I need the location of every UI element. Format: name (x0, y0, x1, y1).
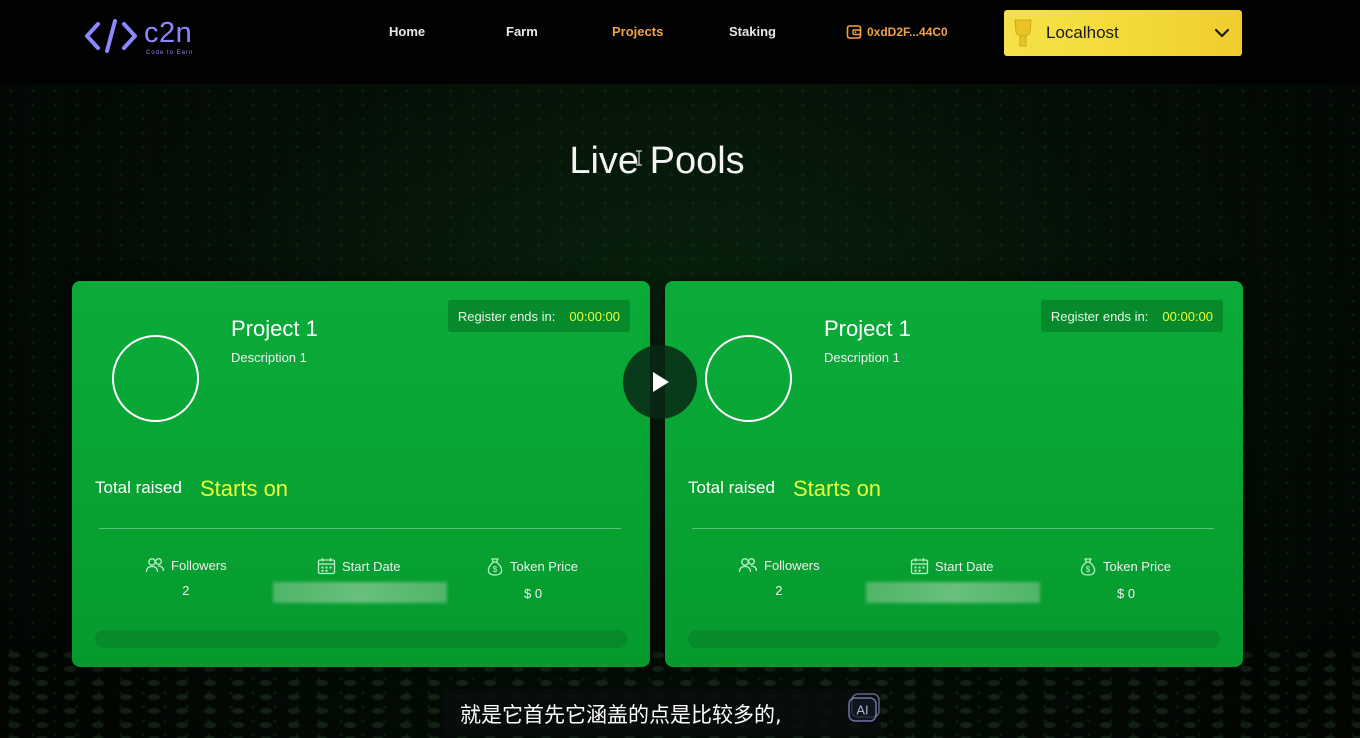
token-price-label: Token Price (510, 559, 578, 574)
network-icon (1014, 19, 1032, 47)
token-price-stat: $ Token Price $ 0 (486, 557, 578, 607)
register-countdown: Register ends in: 00:00:00 (447, 300, 630, 332)
total-raised-label: Total raised (95, 478, 182, 497)
nav-projects[interactable]: Projects (612, 24, 663, 39)
start-date-value-blurred (273, 582, 447, 603)
progress-bar (688, 630, 1220, 648)
text-cursor-icon (636, 150, 642, 166)
project-card[interactable]: Project 1 Description 1 Register ends in… (665, 281, 1243, 667)
project-description: Description 1 (231, 350, 307, 365)
register-label: Register ends in: (1050, 308, 1149, 324)
svg-text:$: $ (493, 565, 498, 574)
project-title: Project 1 (824, 316, 911, 341)
subtitle-bar: 就是它首先它涵盖的点是比较多的, AI (443, 689, 881, 736)
project-avatar (112, 335, 199, 422)
start-date-label: Start Date (342, 558, 401, 574)
register-label: Register ends in: (457, 308, 556, 324)
video-play-button[interactable] (623, 345, 697, 419)
chevron-down-icon (1214, 28, 1230, 38)
calendar-icon (910, 558, 929, 575)
token-price-value: $ 0 (524, 586, 543, 601)
project-title: Project 1 (231, 316, 318, 341)
start-date-label: Start Date (935, 558, 994, 574)
logo-tagline: Code to Earn (146, 50, 194, 56)
nav-home[interactable]: Home (389, 24, 425, 39)
register-time: 00:00:00 (569, 308, 620, 324)
money-bag-icon: $ (1080, 558, 1096, 576)
token-price-label: Token Price (1103, 559, 1171, 574)
top-navbar: c2n Code to Earn Home Farm Projects Stak… (0, 0, 1360, 84)
followers-stat: Followers 2 (145, 557, 227, 607)
project-card[interactable]: Project 1 Description 1 Register ends in… (72, 281, 650, 667)
money-bag-icon: $ (487, 558, 503, 576)
ai-badge-icon: AI (848, 693, 880, 722)
progress-bar (95, 630, 627, 648)
subtitle-text: 就是它首先它涵盖的点是比较多的, (460, 703, 782, 727)
followers-label: Followers (764, 557, 820, 573)
card-divider (692, 528, 1214, 529)
network-selector[interactable]: Localhost (1004, 10, 1242, 56)
followers-stat: Followers 2 (738, 557, 820, 607)
total-raised-label: Total raised (688, 478, 775, 497)
followers-label: Followers (171, 557, 227, 573)
wallet-icon (846, 25, 862, 39)
total-raised-value: Starts on (793, 476, 882, 501)
followers-icon (145, 558, 165, 573)
nav-staking[interactable]: Staking (729, 24, 776, 39)
logo-text: c2n (144, 17, 193, 49)
wallet-address: 0xdD2F...44C0 (867, 25, 948, 39)
register-countdown: Register ends in: 00:00:00 (1040, 300, 1223, 332)
svg-text:$: $ (1086, 565, 1091, 574)
start-date-value-blurred (866, 582, 1040, 603)
total-raised-value: Starts on (200, 476, 289, 501)
followers-value: 2 (775, 583, 783, 598)
logo[interactable]: c2n Code to Earn (84, 14, 214, 58)
token-price-value: $ 0 (1117, 586, 1136, 601)
nav-farm[interactable]: Farm (506, 24, 538, 39)
project-avatar (705, 335, 792, 422)
followers-value: 2 (182, 583, 190, 598)
followers-icon (738, 558, 758, 573)
project-description: Description 1 (824, 350, 900, 365)
card-divider (99, 528, 621, 529)
page-title: Live Pools (569, 140, 745, 182)
wallet-button[interactable]: 0xdD2F...44C0 (846, 23, 948, 41)
token-price-stat: $ Token Price $ 0 (1079, 557, 1171, 607)
calendar-icon (317, 558, 336, 575)
svg-text:AI: AI (856, 703, 868, 718)
code-brackets-icon (85, 19, 137, 53)
register-time: 00:00:00 (1162, 308, 1213, 324)
play-icon (653, 372, 669, 392)
network-label: Localhost (1046, 23, 1119, 42)
